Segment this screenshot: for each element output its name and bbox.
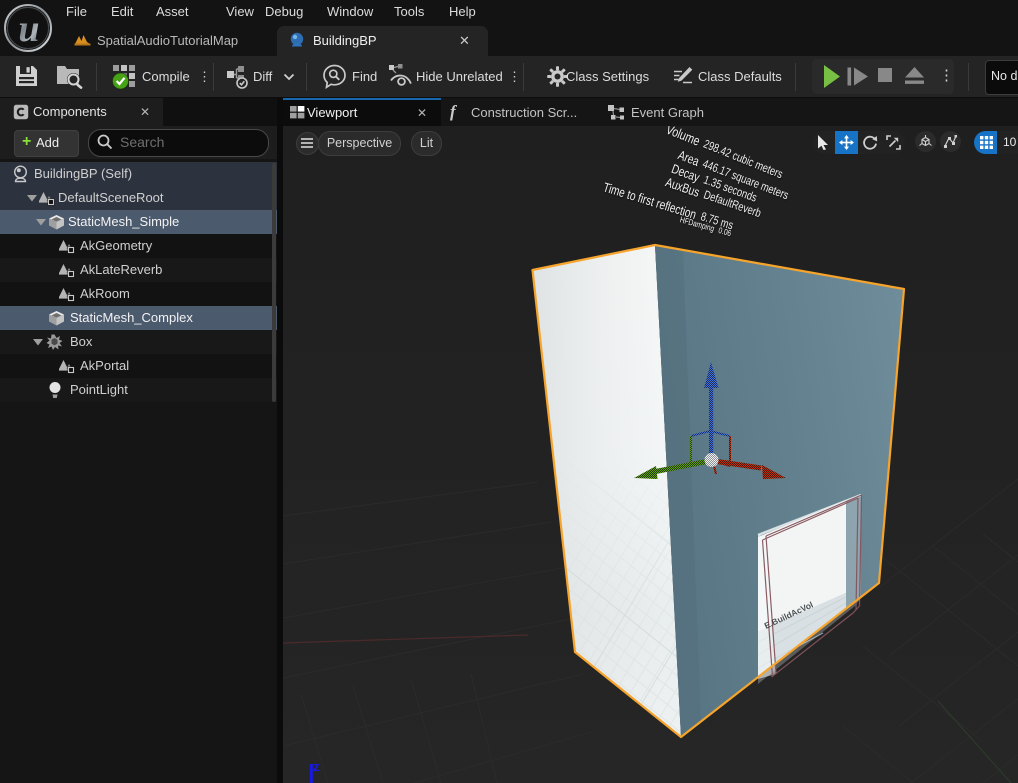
svg-text:z: z [313, 759, 320, 774]
svg-text:u: u [18, 8, 39, 50]
